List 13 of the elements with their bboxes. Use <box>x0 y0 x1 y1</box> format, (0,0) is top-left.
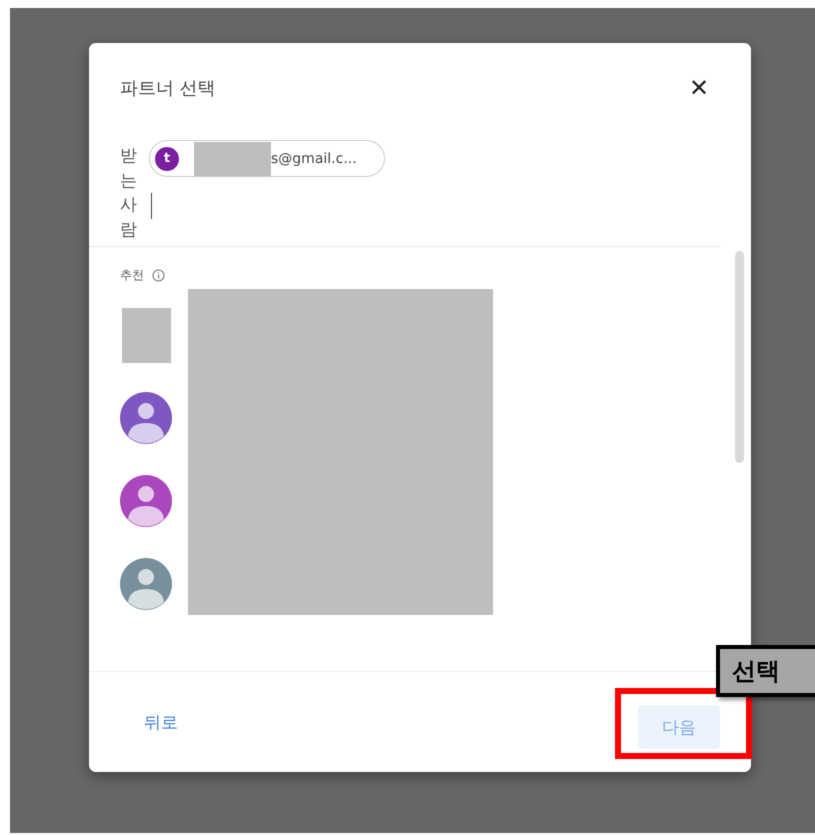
info-icon[interactable] <box>152 269 165 282</box>
recipient-chip[interactable]: t s@gmail.c... <box>149 140 385 177</box>
section-label: 추천 <box>120 267 144 284</box>
dialog-title: 파트너 선택 <box>120 77 216 100</box>
text-cursor <box>151 193 152 219</box>
recipient-label: 받는사람 <box>120 145 137 242</box>
redaction-block <box>122 308 171 362</box>
back-button[interactable]: 뒤로 <box>134 702 188 742</box>
recipient-email: s@gmail.c... <box>271 150 357 166</box>
close-button[interactable]: ✕ <box>685 74 713 102</box>
scrollbar-thumb[interactable] <box>735 251 744 463</box>
callout-label: 선택 <box>716 645 815 697</box>
avatar-icon: t <box>155 146 179 170</box>
